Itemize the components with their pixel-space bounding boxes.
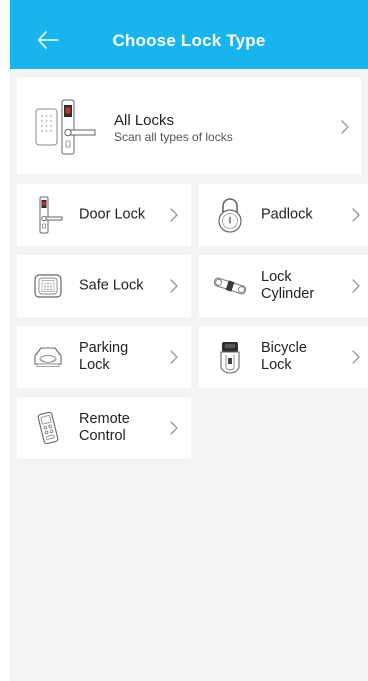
lock-type-bicycle-lock[interactable]: Bicycle Lock [199,326,368,388]
chevron-right-icon [170,421,178,435]
lock-type-lock-cylinder[interactable]: Lock Cylinder [199,255,368,317]
all-locks-title: All Locks [114,112,175,129]
chevron-right-icon [341,120,349,134]
lock-type-padlock[interactable]: Padlock [199,184,368,246]
door-lock-with-keypad-icon [35,99,96,155]
bicycle-lock-icon [220,342,240,374]
lock-type-label: Bicycle Lock [261,340,307,373]
chevron-right-icon [352,208,360,222]
chevron-right-icon [170,279,178,293]
lock-type-list: All Locks Scan all types of locks Door L… [10,69,368,681]
door-lock-icon [39,196,63,234]
lock-cylinder-icon [213,277,247,295]
lock-type-parking-lock[interactable]: Parking Lock [17,326,191,388]
parking-lock-icon [34,347,62,367]
lock-type-label: Safe Lock [79,277,144,294]
screen: Choose Lock Type All Locks Scan all type… [0,0,368,681]
page-title: Choose Lock Type [112,31,266,50]
chevron-right-icon [352,279,360,293]
lock-type-remote-control[interactable]: Remote Control [17,397,191,459]
lock-type-label: Padlock [261,206,313,223]
header-bar: Choose Lock Type [10,0,368,69]
chevron-right-icon [352,350,360,364]
lock-type-label: Lock Cylinder [261,269,315,302]
lock-type-label: Remote Control [79,411,130,444]
all-locks-card[interactable]: All Locks Scan all types of locks [17,77,361,174]
all-locks-subtitle: Scan all types of locks [114,130,233,144]
chevron-right-icon [170,350,178,364]
lock-type-door-lock[interactable]: Door Lock [17,184,191,246]
lock-type-label: Parking Lock [79,340,129,373]
safe-lock-icon [34,274,62,298]
padlock-icon [218,198,242,233]
lock-type-safe-lock[interactable]: Safe Lock [17,255,191,317]
chevron-right-icon [170,208,178,222]
remote-control-icon [37,411,59,445]
lock-type-label: Door Lock [79,206,146,223]
